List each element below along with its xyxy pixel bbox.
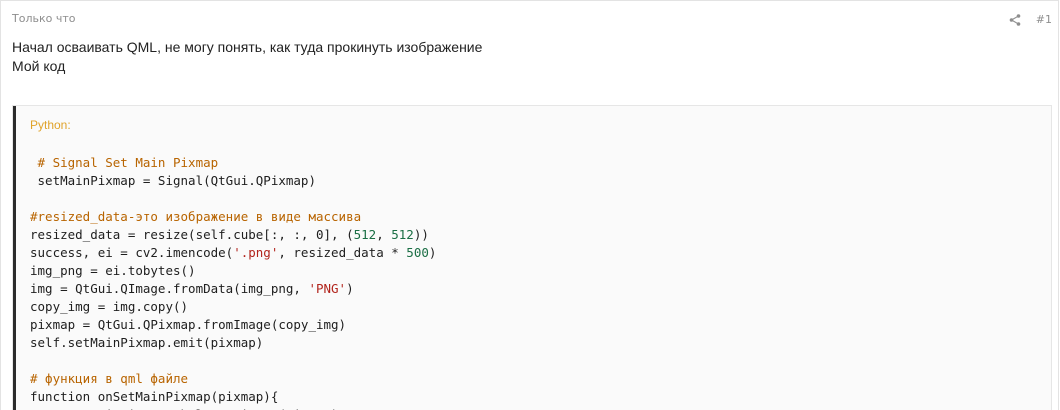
code-token-plain: resized_data = resize(self.cube[:, :, 0]…	[30, 227, 354, 242]
code-token-number: 512	[391, 227, 414, 242]
code-line: img = QtGui.QImage.fromData(img_png, 'PN…	[30, 280, 436, 298]
code-content: # Signal Set Main Pixmap setMainPixmap =…	[30, 154, 436, 410]
code-token-comment: #resized_data-это изображение в виде мас…	[30, 209, 362, 224]
code-line: pixmap = QtGui.QPixmap.fromImage(copy_im…	[30, 316, 436, 334]
share-icon[interactable]	[1008, 12, 1022, 26]
code-token-plain: pixmap = QtGui.QPixmap.fromImage(copy_im…	[30, 317, 347, 332]
post-text-line: Мой код	[12, 58, 66, 74]
code-token-plain: ))	[413, 227, 429, 242]
code-line: mainPixmapLabel.setPixmap(pixmap)	[30, 406, 436, 410]
post-card: Только что #1 Начал осваивать QML, не мо…	[0, 0, 1059, 410]
post-body: Начал осваивать QML, не могу понять, как…	[12, 38, 482, 76]
code-line: # функция в qml файле	[30, 370, 436, 388]
code-token-comment: # Signal Set Main Pixmap	[30, 155, 219, 170]
code-token-plain: copy_img = img.copy()	[30, 299, 189, 314]
code-block: Python: # Signal Set Main Pixmap setMain…	[12, 105, 1052, 410]
code-line: copy_img = img.copy()	[30, 298, 436, 316]
code-line: self.setMainPixmap.emit(pixmap)	[30, 334, 436, 352]
code-line: #resized_data-это изображение в виде мас…	[30, 208, 436, 226]
code-token-number: 512	[353, 227, 377, 242]
post-header: Только что #1	[12, 12, 1052, 28]
code-token-plain: self.setMainPixmap.emit(pixmap)	[30, 335, 264, 350]
code-line: success, ei = cv2.imencode('.png', resiz…	[30, 244, 436, 262]
code-token-plain: setMainPixmap = Signal(QtGui.QPixmap)	[30, 173, 316, 188]
code-accent-bar	[13, 106, 16, 410]
code-line: # Signal Set Main Pixmap	[30, 154, 436, 172]
code-language-label: Python:	[30, 118, 71, 132]
code-token-string: '.png'	[233, 245, 279, 260]
code-line: function onSetMainPixmap(pixmap){	[30, 388, 436, 406]
code-token-plain: )	[346, 281, 354, 296]
code-token-plain: )	[428, 245, 437, 260]
post-timestamp: Только что	[12, 12, 76, 25]
header-actions: #1	[1008, 12, 1052, 26]
code-line: resized_data = resize(self.cube[:, :, 0]…	[30, 226, 436, 244]
code-token-number: 500	[406, 245, 429, 260]
code-token-comment: # функция в qml файле	[30, 371, 189, 386]
post-text-line: Начал осваивать QML, не могу понять, как…	[12, 39, 483, 55]
post-number-link[interactable]: #1	[1036, 13, 1052, 26]
code-token-plain: img_png = ei.tobytes()	[30, 263, 196, 278]
code-token-plain: , resized_data *	[278, 245, 407, 260]
code-token-plain: function onSetMainPixmap(pixmap){	[30, 389, 279, 404]
code-token-plain: success, ei = cv2.imencode(	[30, 245, 234, 260]
code-token-plain: img = QtGui.QImage.fromData(img_png,	[30, 281, 309, 296]
code-line: setMainPixmap = Signal(QtGui.QPixmap)	[30, 172, 436, 190]
code-token-string: 'PNG'	[308, 281, 347, 296]
code-token-plain: ,	[376, 227, 392, 242]
code-line: img_png = ei.tobytes()	[30, 262, 436, 280]
